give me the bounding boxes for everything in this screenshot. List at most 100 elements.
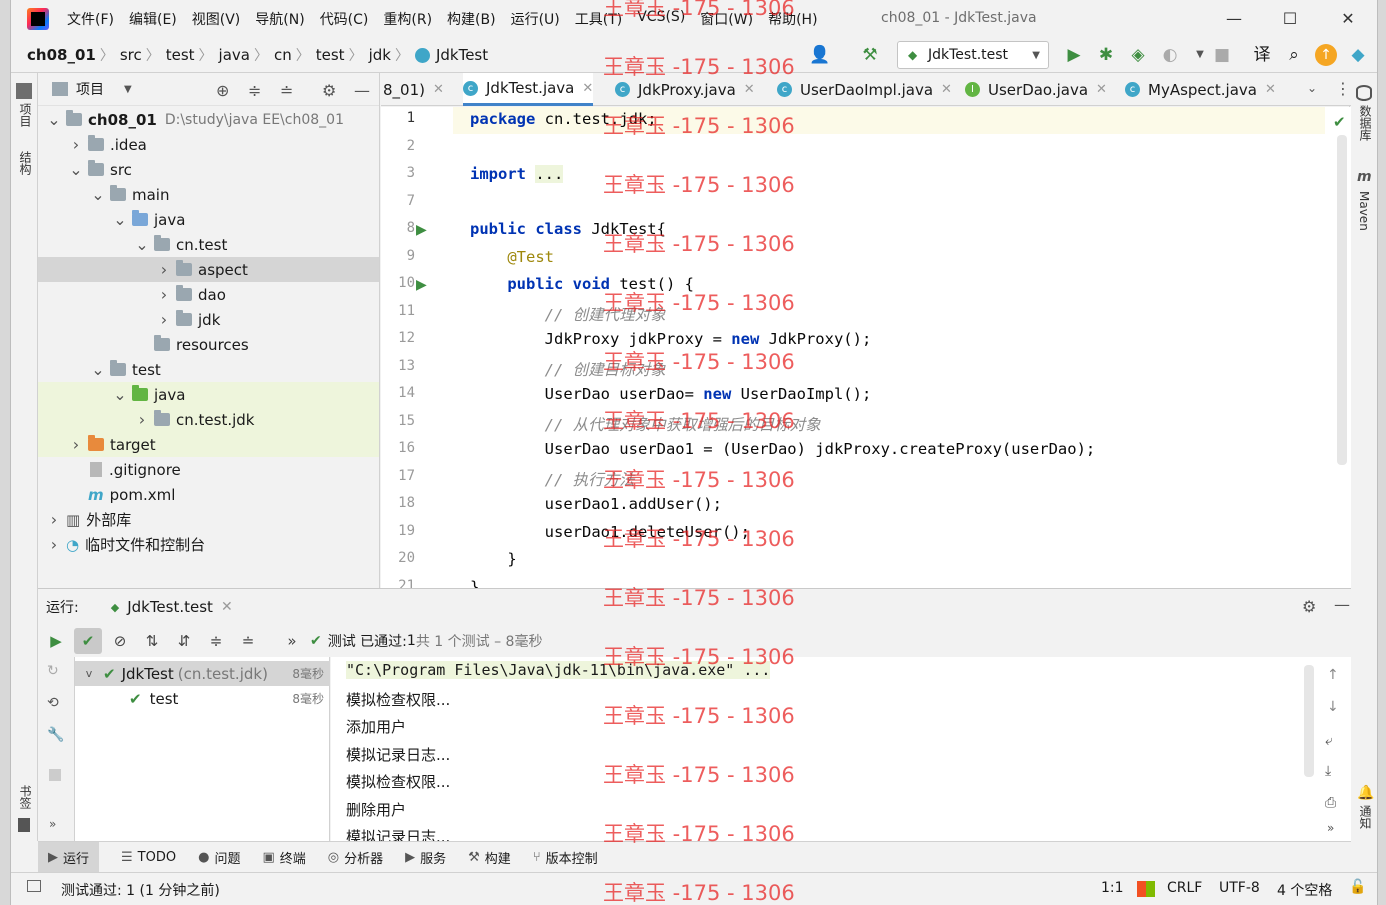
code-line[interactable]: // 从代理对象中获取增强后的目标对象 [470,413,821,435]
more-icon[interactable]: » [278,628,306,654]
scroll-to-end-icon[interactable]: ⤓ [1325,763,1331,779]
editor-scrollbar[interactable] [1337,135,1347,465]
file-encoding[interactable]: UTF-8 [1219,880,1260,896]
chevron-down-icon[interactable]: ⌄ [134,235,150,254]
chevron-down-icon[interactable]: ⌄ [112,385,128,404]
bottom-tool-tab[interactable]: ◎ 分析器 [328,848,383,867]
run-tab-label[interactable]: JdkTest.test [127,598,213,616]
breadcrumb-item[interactable]: java [219,46,250,64]
tree-item[interactable]: ⌄ src [38,157,379,182]
bottom-tool-tab[interactable]: ⚒ 构建 [468,848,511,867]
menu-item[interactable]: 帮助(H) [768,9,817,29]
notification-bell-icon[interactable]: 🔔 [1357,785,1374,801]
code-line[interactable]: userDao1.addUser(); [470,495,722,513]
close-icon[interactable]: ✕ [1335,6,1361,32]
console-output[interactable]: "C:\Program Files\Java\jdk-11\bin\java.e… [331,657,1351,842]
menu-item[interactable]: 工具(T) [575,9,622,29]
editor-tab[interactable]: c MyAspect.java ✕ [1125,73,1276,106]
hide-panel-icon[interactable]: — [354,81,370,100]
toggle-tool-windows-icon[interactable] [27,880,41,892]
editor-tab[interactable]: c JdkProxy.java ✕ [615,73,755,106]
chevron-down-icon[interactable]: ⌄ [1307,81,1317,95]
menu-item[interactable]: 重构(R) [383,9,432,29]
code-line[interactable]: package cn.test.jdk; [470,110,657,128]
code-line[interactable]: @Test [470,248,554,266]
menu-item[interactable]: 代码(C) [320,9,369,29]
menu-item[interactable]: 文件(F) [67,9,114,29]
run-config-select[interactable]: ◆ JdkTest.test ▼ [897,41,1049,69]
notifications-tool-label[interactable]: 通知 [1357,805,1374,829]
rerun-icon[interactable]: ▶ [42,628,70,654]
close-icon[interactable]: ✕ [1096,82,1107,97]
inspection-ok-icon[interactable]: ✔ [1333,113,1346,131]
cursor-position[interactable]: 1:1 [1101,880,1124,896]
arrow-down-icon[interactable]: ↓ [1327,699,1339,715]
maven-icon[interactable]: m [1357,169,1372,185]
user-icon[interactable]: 👤 [809,44,831,66]
editor-tab[interactable]: I UserDao.java ✕ [965,73,1107,106]
expand-all-icon[interactable]: ≑ [248,81,261,100]
bottom-tool-tab[interactable]: ● 问题 [198,848,240,867]
chevron-down-icon[interactable]: ⌄ [46,110,62,129]
project-panel-title[interactable]: 项目 [76,79,104,99]
collapse-all-icon[interactable]: ≐ [280,81,293,100]
breadcrumb-item[interactable]: test [166,46,195,64]
code-line[interactable]: } [470,550,516,568]
editor-tab[interactable]: c JdkTest.java ✕ [463,73,594,106]
tree-item[interactable]: › cn.test.jdk [38,407,379,432]
chevron-right-icon[interactable]: › [156,260,172,279]
hide-panel-icon[interactable]: — [1334,595,1350,614]
more-options-icon[interactable]: ⋮ [1335,79,1351,98]
tree-item[interactable]: ⌄ ch08_01 D:\study\java EE\ch08_01 [38,107,379,132]
plugin-icon[interactable]: ◆ [1347,44,1369,66]
breadcrumb-item[interactable]: test [316,46,345,64]
project-tool-label[interactable]: 项目 [17,103,34,127]
tree-item[interactable]: m pom.xml [38,482,379,507]
chevron-right-icon[interactable]: › [134,410,150,429]
code-line[interactable]: JdkProxy jdkProxy = new JdkProxy(); [470,330,872,348]
code-line[interactable]: // 创建目标对象 [470,358,666,380]
line-separator[interactable]: CRLF [1167,880,1202,896]
chevron-right-icon[interactable]: › [46,535,62,554]
close-icon[interactable]: ✕ [1265,82,1276,97]
tree-item[interactable]: ⌄ main [38,182,379,207]
tree-item[interactable]: › aspect [38,257,379,282]
maximize-icon[interactable]: ☐ [1277,6,1303,32]
code-line[interactable]: public class JdkTest{ [470,220,666,238]
menu-item[interactable]: 视图(V) [192,9,241,29]
more-run-icon[interactable]: ▼ [1189,44,1211,66]
structure-tool-label[interactable]: 结构 [17,151,34,175]
code-line[interactable]: public void test() { [470,275,694,293]
tree-item[interactable]: ⌄ java [38,207,379,232]
lock-icon[interactable]: 🔓 [1349,879,1366,895]
status-message[interactable]: 测试通过: 1 (1 分钟之前) [61,880,220,900]
close-icon[interactable]: ✕ [744,82,755,97]
chevron-right-icon[interactable]: › [156,285,172,304]
editor-tab[interactable]: 8_01) ✕ [383,73,444,106]
locate-icon[interactable]: ⊕ [216,81,229,100]
bookmarks-tool-label[interactable]: 书签 [17,785,34,809]
tree-item[interactable]: ⌄ cn.test [38,232,379,257]
chevron-down-icon[interactable]: ⌄ [90,360,106,379]
minimize-icon[interactable]: — [1221,6,1247,32]
expand-all-icon[interactable]: ≑ [202,628,230,654]
rerun-failed-icon[interactable]: ↻ [47,663,59,679]
tree-item[interactable]: › dao [38,282,379,307]
breadcrumb-item[interactable]: cn [274,46,292,64]
run-gutter-icon[interactable]: ▶ [416,277,432,293]
test-row[interactable]: ✔ test 8毫秒 [75,686,330,711]
build-hammer-icon[interactable]: ⚒ [859,44,881,66]
tree-item[interactable]: .gitignore [38,457,379,482]
chevron-right-icon[interactable]: › [68,435,84,454]
sort-duration-icon[interactable]: ⇵ [170,628,198,654]
stop-icon[interactable] [49,769,61,781]
menu-item[interactable]: 构建(B) [447,9,496,29]
chevron-down-icon[interactable]: v [81,667,97,680]
project-tool-icon[interactable] [16,83,32,99]
chevron-right-icon[interactable]: › [156,310,172,329]
code-line[interactable]: UserDao userDao= new UserDaoImpl(); [470,385,872,403]
show-ignored-icon[interactable]: ⊘ [106,628,134,654]
console-scrollbar[interactable] [1304,665,1314,777]
code-line[interactable]: } [470,578,479,589]
chevron-down-icon[interactable]: ⌄ [112,210,128,229]
